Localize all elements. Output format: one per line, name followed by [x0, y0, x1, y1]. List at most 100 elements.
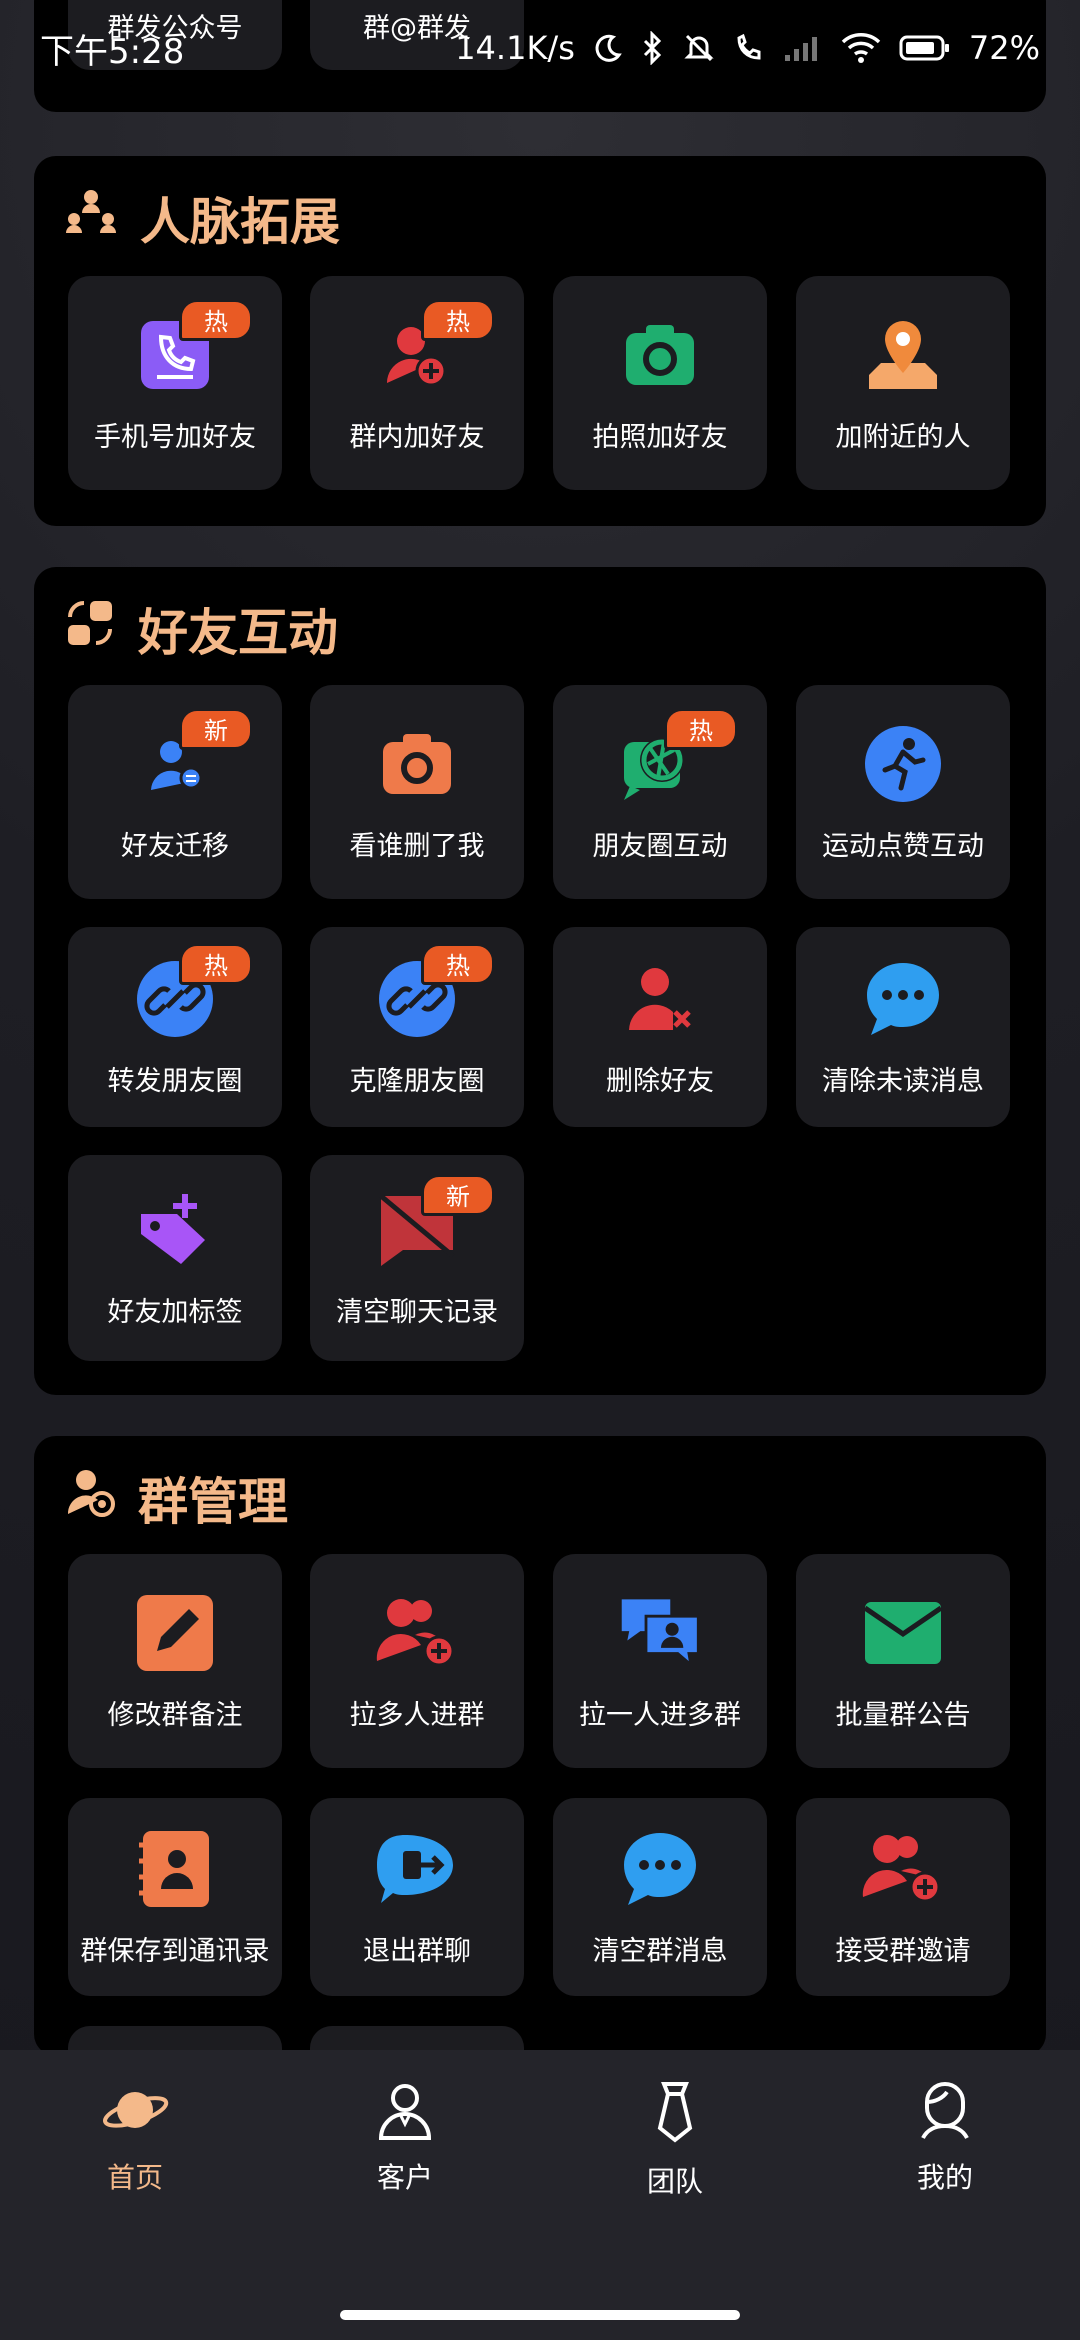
- chat-dots-icon: [618, 1827, 702, 1911]
- tile-clone-moments[interactable]: 热 克隆朋友圈: [310, 927, 524, 1127]
- tile-label: 加附近的人: [835, 421, 971, 453]
- tile-label: 克隆朋友圈: [349, 1065, 485, 1097]
- planet-icon: [100, 2080, 170, 2144]
- hot-badge: 热: [179, 942, 253, 985]
- group-chat-icon: [618, 1591, 702, 1675]
- tile-label: 群内加好友: [349, 421, 485, 453]
- add-user-icon: 热: [375, 298, 495, 397]
- tab-label: 首页: [106, 2161, 163, 2194]
- bottom-tab-bar: 首页 客户 团队 我的: [0, 2050, 1080, 2340]
- section-title: 人脉拓展: [64, 182, 340, 254]
- profile-icon: [915, 2080, 975, 2144]
- new-badge: 新: [179, 707, 253, 750]
- tile-clear-unread[interactable]: 清除未读消息: [796, 927, 1010, 1127]
- tile-label: 手机号加好友: [94, 421, 256, 453]
- status-bar: 下午5:28 14.1K/s 72%: [0, 0, 1080, 96]
- section-friend-interaction: 好友互动 新 好友迁移 看谁删了我 热 朋友圈互动 运动点赞互动 热 转发朋友圈: [34, 567, 1046, 1395]
- tab-mine[interactable]: 我的: [845, 2080, 1045, 2196]
- tile-photo-add-friend[interactable]: 拍照加好友: [553, 276, 767, 490]
- section-title: 群管理: [64, 1462, 288, 1534]
- running-icon: [861, 722, 945, 806]
- battery-icon: [899, 34, 951, 62]
- clone-link-icon: 热: [375, 942, 495, 1041]
- tile-moments-interaction[interactable]: 热 朋友圈互动: [553, 685, 767, 899]
- moon-icon: [593, 33, 623, 63]
- tile-who-deleted-me[interactable]: 看谁删了我: [310, 685, 524, 899]
- tile-sport-like[interactable]: 运动点赞互动: [796, 685, 1010, 899]
- tag-icon: [133, 1188, 217, 1272]
- group-manage-icon: [64, 1466, 116, 1530]
- forward-link-icon: 热: [133, 942, 253, 1041]
- tile-nearby-people[interactable]: 加附近的人: [796, 276, 1010, 490]
- tile-label: 清空聊天记录: [336, 1296, 498, 1328]
- wifi-icon: [841, 32, 881, 64]
- section-group-management: 群管理 修改群备注 拉多人进群 拉一人进多群 批量群公告 群保存到通讯录 退出群…: [34, 1436, 1046, 2086]
- tab-team[interactable]: 团队: [575, 2080, 775, 2200]
- tile-label: 拉多人进群: [349, 1699, 485, 1731]
- tile-label: 好友加标签: [107, 1296, 243, 1328]
- tile-group-add-friend[interactable]: 热 群内加好友: [310, 276, 524, 490]
- add-users-icon: [375, 1591, 459, 1675]
- tile-clear-group-messages[interactable]: 清空群消息: [553, 1798, 767, 1996]
- tab-home[interactable]: 首页: [35, 2080, 235, 2196]
- customer-icon: [375, 2080, 435, 2144]
- tile-label: 清空群消息: [592, 1935, 728, 1967]
- tile-label: 拍照加好友: [592, 421, 728, 453]
- camera-icon: [618, 313, 702, 397]
- tile-label: 修改群备注: [107, 1699, 243, 1731]
- tile-label: 转发朋友圈: [107, 1065, 243, 1097]
- tab-label: 客户: [376, 2161, 433, 2194]
- net-speed: 14.1K/s: [455, 29, 575, 67]
- tile-phone-add-friend[interactable]: 热 手机号加好友: [68, 276, 282, 490]
- call-off-icon: [733, 32, 765, 64]
- tab-label: 我的: [916, 2161, 973, 2194]
- location-pin-icon: [861, 313, 945, 397]
- tile-batch-group-announcement[interactable]: 批量群公告: [796, 1554, 1010, 1768]
- interaction-icon: [64, 597, 116, 661]
- tile-label: 接受群邀请: [835, 1935, 971, 1967]
- tile-label: 清除未读消息: [822, 1065, 984, 1097]
- tile-friend-migration[interactable]: 新 好友迁移: [68, 685, 282, 899]
- tile-label: 退出群聊: [363, 1935, 471, 1967]
- contacts-book-icon: [133, 1827, 217, 1911]
- bluetooth-icon: [641, 31, 665, 65]
- hot-badge: 热: [179, 298, 253, 341]
- battery-level: 72%: [968, 29, 1040, 67]
- exit-chat-icon: [375, 1827, 459, 1911]
- tie-icon: [650, 2080, 700, 2148]
- tile-label: 拉一人进多群: [579, 1699, 741, 1731]
- moments-icon: 热: [618, 707, 738, 806]
- tile-exit-group-chat[interactable]: 退出群聊: [310, 1798, 524, 1996]
- tile-accept-group-invite[interactable]: 接受群邀请: [796, 1798, 1010, 1996]
- mail-icon: [861, 1591, 945, 1675]
- edit-icon: [133, 1591, 217, 1675]
- hot-badge: 热: [421, 298, 495, 341]
- tile-save-group-contacts[interactable]: 群保存到通讯录: [68, 1798, 282, 1996]
- tile-label: 批量群公告: [835, 1699, 971, 1731]
- tile-label: 看谁删了我: [349, 830, 485, 862]
- tile-clear-chat-history[interactable]: 新 清空聊天记录: [310, 1155, 524, 1361]
- tab-customers[interactable]: 客户: [305, 2080, 505, 2196]
- accept-invite-icon: [861, 1827, 945, 1911]
- tile-friend-tag[interactable]: 好友加标签: [68, 1155, 282, 1361]
- home-indicator[interactable]: [340, 2310, 740, 2320]
- tile-label: 朋友圈互动: [592, 830, 728, 862]
- tile-delete-friend[interactable]: 删除好友: [553, 927, 767, 1127]
- tile-label: 群保存到通讯录: [80, 1935, 270, 1967]
- section-network-expansion: 人脉拓展 热 手机号加好友 热 群内加好友 拍照加好友 加附近的人: [34, 156, 1046, 526]
- tile-pull-many-into-group[interactable]: 拉多人进群: [310, 1554, 524, 1768]
- tile-forward-moments[interactable]: 热 转发朋友圈: [68, 927, 282, 1127]
- tile-label: 好友迁移: [121, 830, 229, 862]
- tile-pull-one-into-groups[interactable]: 拉一人进多群: [553, 1554, 767, 1768]
- status-time: 下午5:28: [40, 31, 185, 72]
- signal-icon: [783, 33, 823, 63]
- user-transfer-icon: 新: [133, 707, 253, 806]
- section-title: 好友互动: [64, 593, 338, 665]
- delete-user-icon: [618, 957, 702, 1041]
- clear-chat-icon: 新: [375, 1173, 495, 1272]
- tile-label: 运动点赞互动: [822, 830, 984, 862]
- phone-icon: 热: [133, 298, 253, 397]
- people-network-icon: [64, 187, 118, 249]
- tile-edit-group-note[interactable]: 修改群备注: [68, 1554, 282, 1768]
- tab-label: 团队: [646, 2165, 703, 2198]
